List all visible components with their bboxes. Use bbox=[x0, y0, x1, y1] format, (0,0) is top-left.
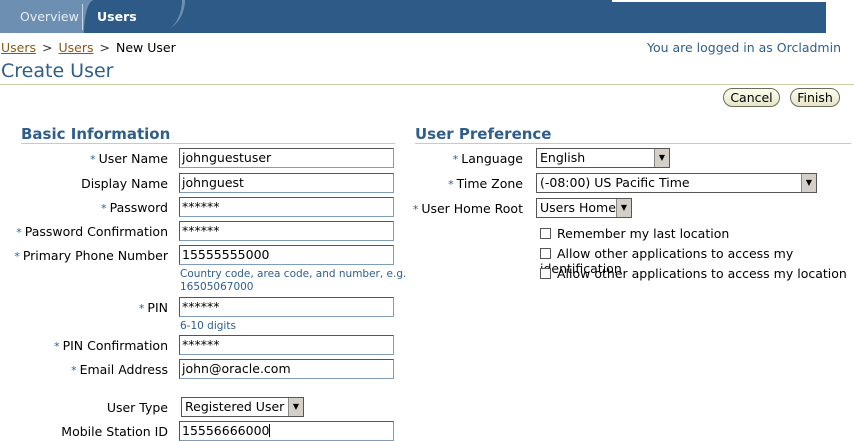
pin-confirmation-input[interactable]: ****** bbox=[179, 335, 394, 355]
primary-phone-label-text: Primary Phone Number bbox=[22, 248, 168, 263]
user-name-input[interactable]: johnguestuser bbox=[179, 148, 394, 168]
finish-button[interactable]: Finish bbox=[790, 88, 840, 107]
password-label-text: Password bbox=[109, 200, 168, 215]
allow-location-label: Allow other applications to access my lo… bbox=[557, 266, 847, 281]
tab-strip-highlight bbox=[612, 0, 840, 2]
tab-overview[interactable]: Overview bbox=[8, 0, 91, 33]
required-marker: * bbox=[54, 340, 60, 353]
pin-confirmation-label-text: PIN Confirmation bbox=[62, 338, 168, 353]
pin-hint: 6-10 digits bbox=[180, 320, 236, 332]
mobile-station-id-value: 15556666000 bbox=[182, 423, 270, 438]
breadcrumb-link-users-2[interactable]: Users bbox=[59, 40, 94, 55]
text-cursor bbox=[269, 424, 271, 437]
pin-label: * PIN bbox=[139, 300, 168, 315]
remember-location-label: Remember my last location bbox=[557, 226, 730, 241]
user-name-label: * User Name bbox=[90, 151, 168, 166]
checkbox-row-allow-location[interactable]: Allow other applications to access my lo… bbox=[540, 266, 847, 281]
required-marker: * bbox=[14, 250, 20, 263]
allow-location-checkbox[interactable] bbox=[540, 268, 551, 279]
section-title-user-preference: User Preference bbox=[415, 125, 552, 143]
required-marker: * bbox=[16, 226, 22, 239]
checkbox-row-remember-location[interactable]: Remember my last location bbox=[540, 226, 729, 241]
home-root-label: * User Home Root bbox=[413, 201, 523, 216]
time-zone-select[interactable]: (-08:00) US Pacific Time ▼ bbox=[536, 173, 817, 193]
user-name-label-text: User Name bbox=[98, 151, 168, 166]
breadcrumb-separator: > bbox=[99, 40, 110, 55]
user-type-selected-value: Registered User bbox=[185, 399, 285, 414]
title-divider bbox=[0, 84, 854, 85]
password-confirmation-input[interactable]: ****** bbox=[179, 221, 394, 241]
user-type-label: User Type bbox=[106, 400, 168, 415]
pin-confirmation-label: * PIN Confirmation bbox=[54, 338, 168, 353]
page-title: Create User bbox=[1, 60, 114, 82]
breadcrumb: Users > Users > New User bbox=[1, 40, 176, 55]
required-marker: * bbox=[448, 178, 454, 191]
section-divider bbox=[415, 143, 851, 144]
email-input[interactable]: john@oracle.com bbox=[179, 359, 394, 379]
remember-location-checkbox[interactable] bbox=[540, 228, 551, 239]
language-select[interactable]: English ▼ bbox=[536, 148, 670, 168]
display-name-label: Display Name bbox=[81, 176, 168, 191]
chevron-down-icon[interactable]: ▼ bbox=[654, 149, 669, 167]
cancel-button[interactable]: Cancel bbox=[723, 88, 780, 107]
mobile-station-id-label: Mobile Station ID bbox=[61, 424, 168, 439]
breadcrumb-separator: > bbox=[42, 40, 53, 55]
tab-separator bbox=[82, 4, 83, 30]
breadcrumb-current: New User bbox=[116, 40, 176, 55]
required-marker: * bbox=[71, 364, 77, 377]
primary-phone-hint: Country code, area code, and number, e.g… bbox=[180, 268, 406, 294]
primary-phone-hint-line1: Country code, area code, and number, e.g… bbox=[180, 268, 407, 280]
mobile-station-id-input[interactable]: 15556666000 bbox=[179, 421, 394, 441]
time-zone-label: * Time Zone bbox=[448, 176, 523, 191]
user-type-select[interactable]: Registered User ▼ bbox=[181, 397, 304, 417]
home-root-selected-value: Users Home bbox=[540, 200, 616, 215]
chevron-down-icon[interactable]: ▼ bbox=[801, 174, 816, 192]
language-label: * Language bbox=[453, 151, 523, 166]
home-root-select[interactable]: Users Home ▼ bbox=[536, 198, 632, 218]
time-zone-label-text: Time Zone bbox=[456, 176, 523, 191]
language-selected-value: English bbox=[540, 150, 586, 165]
required-marker: * bbox=[90, 153, 96, 166]
top-tab-bar: Overview Users bbox=[0, 0, 854, 36]
primary-phone-hint-line2: 16505067000 bbox=[180, 281, 254, 293]
email-label: * Email Address bbox=[71, 362, 168, 377]
login-info: You are logged in as Orcladmin bbox=[646, 40, 841, 55]
required-marker: * bbox=[101, 202, 107, 215]
allow-identification-checkbox[interactable] bbox=[540, 248, 551, 259]
language-label-text: Language bbox=[461, 151, 523, 166]
display-name-input[interactable]: johnguest bbox=[179, 173, 394, 193]
primary-phone-input[interactable]: 15555555000 bbox=[179, 245, 394, 265]
password-confirmation-label-text: Password Confirmation bbox=[24, 224, 168, 239]
password-confirmation-label: * Password Confirmation bbox=[16, 224, 168, 239]
pin-label-text: PIN bbox=[147, 300, 168, 315]
section-title-basic-information: Basic Information bbox=[21, 125, 171, 143]
password-input[interactable]: ****** bbox=[179, 197, 394, 217]
password-label: * Password bbox=[101, 200, 168, 215]
email-label-text: Email Address bbox=[79, 362, 168, 377]
breadcrumb-link-users[interactable]: Users bbox=[1, 40, 36, 55]
section-divider bbox=[21, 143, 395, 144]
chevron-down-icon[interactable]: ▼ bbox=[288, 398, 303, 416]
chevron-down-icon[interactable]: ▼ bbox=[616, 199, 631, 217]
home-root-label-text: User Home Root bbox=[421, 201, 523, 216]
tab-users[interactable]: Users bbox=[84, 0, 182, 33]
primary-phone-label: * Primary Phone Number bbox=[14, 248, 168, 263]
time-zone-selected-value: (-08:00) US Pacific Time bbox=[540, 175, 690, 190]
pin-input[interactable]: ****** bbox=[179, 297, 394, 317]
